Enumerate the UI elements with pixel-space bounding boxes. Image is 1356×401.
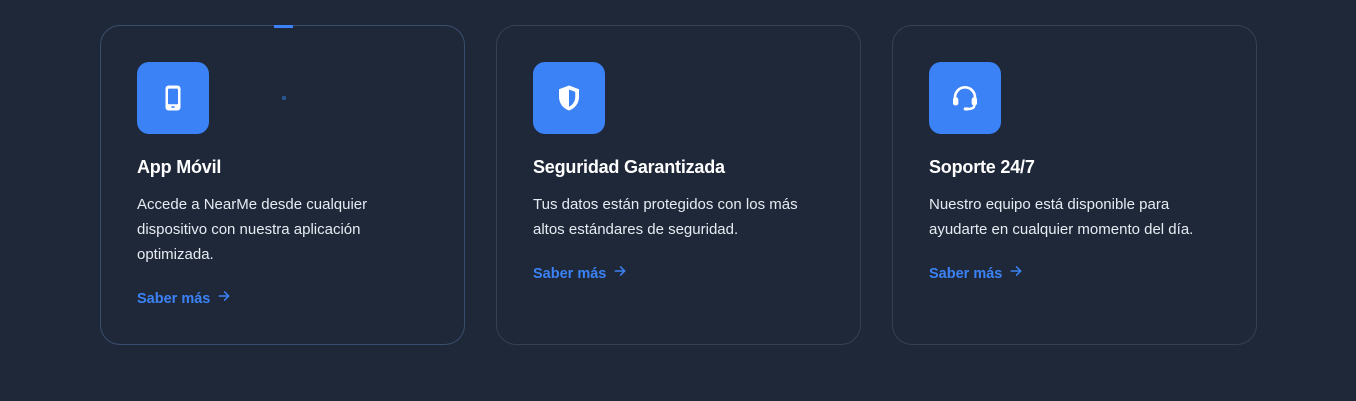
feature-card-app-movil: App Móvil Accede a NearMe desde cualquie… [100, 25, 465, 345]
arrow-right-icon [217, 289, 231, 309]
features-section: App Móvil Accede a NearMe desde cualquie… [100, 25, 1259, 347]
card-title: Soporte 24/7 [929, 157, 1035, 177]
smartphone-icon [137, 62, 209, 134]
card-description: Tus datos están protegidos con los más a… [533, 196, 798, 238]
card-description: Nuestro equipo está disponible para ayud… [929, 196, 1194, 238]
feature-card-soporte: Soporte 24/7 Nuestro equipo está disponi… [892, 25, 1257, 345]
shield-icon [533, 62, 605, 134]
link-label: Saber más [137, 291, 211, 307]
headset-icon [929, 62, 1001, 134]
link-label: Saber más [533, 266, 607, 282]
decorative-dot [282, 96, 286, 100]
saber-mas-link[interactable]: Saber más [929, 264, 1023, 284]
active-indicator [274, 25, 293, 28]
saber-mas-link[interactable]: Saber más [533, 264, 627, 284]
card-description: Accede a NearMe desde cualquier disposit… [137, 196, 368, 263]
link-label: Saber más [929, 266, 1003, 282]
arrow-right-icon [613, 264, 627, 284]
card-title: Seguridad Garantizada [533, 157, 725, 177]
feature-card-seguridad: Seguridad Garantizada Tus datos están pr… [496, 25, 861, 345]
arrow-right-icon [1009, 264, 1023, 284]
saber-mas-link[interactable]: Saber más [137, 289, 231, 309]
card-title: App Móvil [137, 157, 222, 177]
